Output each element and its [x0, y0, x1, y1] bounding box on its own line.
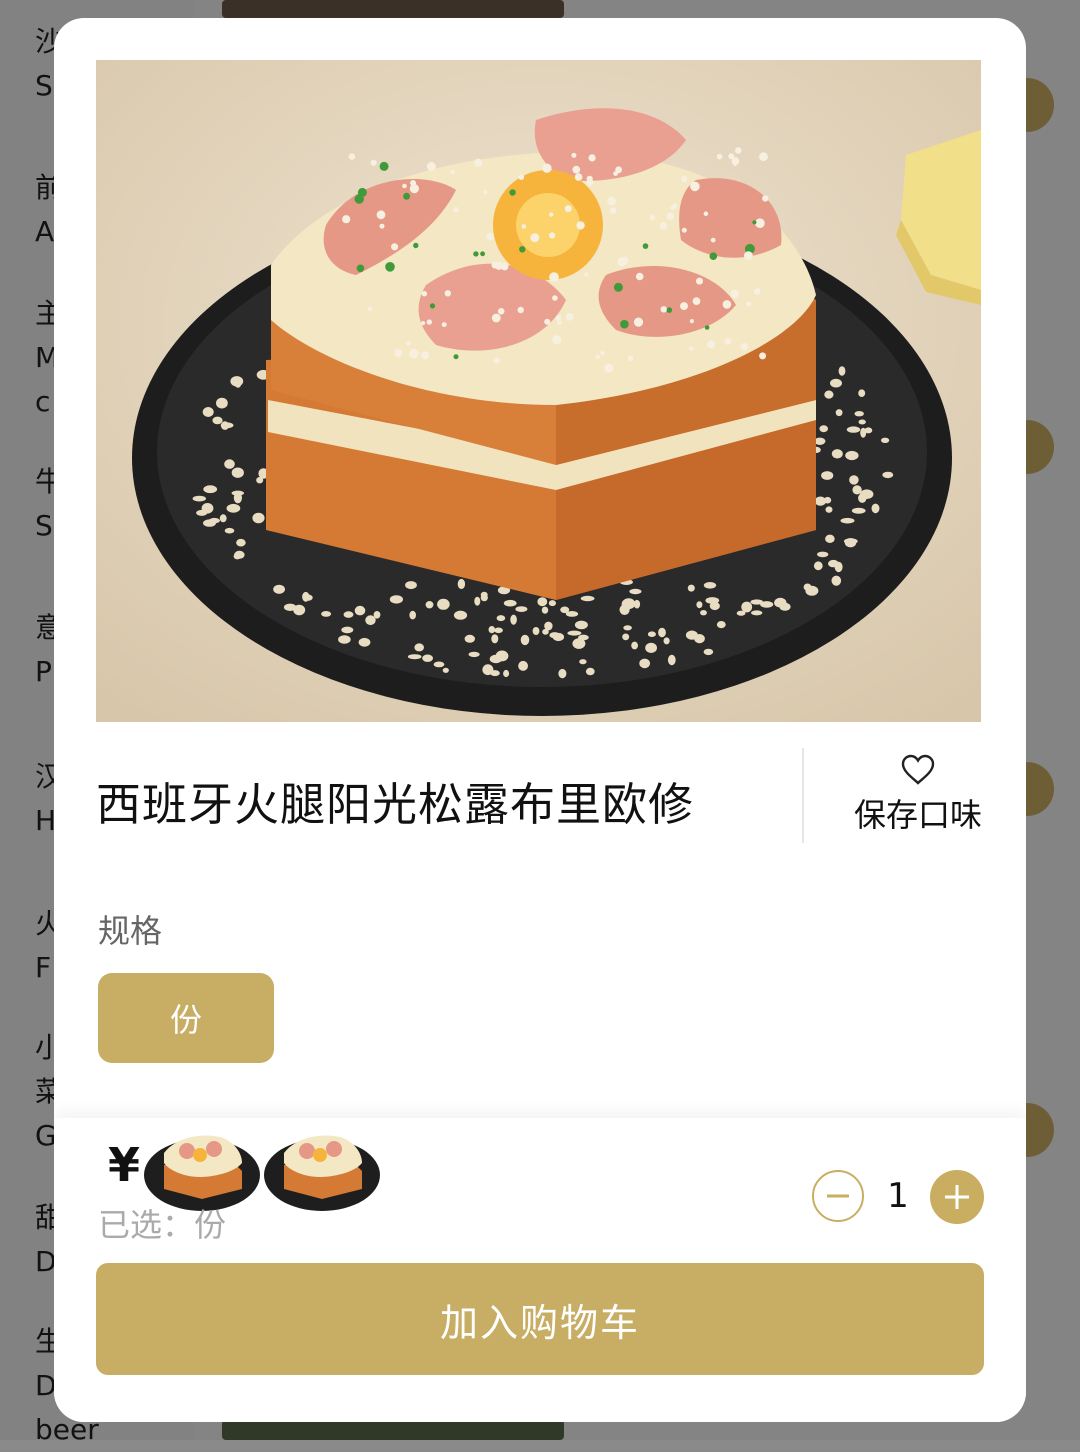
- plus-icon: [945, 1185, 969, 1209]
- product-image: [96, 60, 981, 722]
- spec-label: 规格: [98, 912, 163, 950]
- product-detail-modal: 西班牙火腿阳光松露布里欧修 保存口味 规格 份 ¥ 已选：份 1 加入购物车: [54, 18, 1026, 1422]
- minus-icon: [827, 1194, 849, 1198]
- product-title: 西班牙火腿阳光松露布里欧修: [96, 778, 695, 831]
- increase-quantity-button[interactable]: [930, 1170, 984, 1224]
- product-header: 西班牙火腿阳光松露布里欧修 保存口味: [96, 748, 984, 868]
- decrease-quantity-button[interactable]: [812, 1170, 864, 1222]
- spec-option-portion[interactable]: 份: [98, 973, 274, 1063]
- save-flavor-button[interactable]: 保存口味: [848, 754, 988, 836]
- order-bar: ¥ 已选：份 1 加入购物车: [54, 1118, 1026, 1422]
- save-flavor-label: 保存口味: [853, 796, 982, 834]
- selected-spec-text: 已选：份: [98, 1206, 227, 1244]
- dish-photo-icon: [96, 60, 981, 722]
- header-divider: [802, 748, 804, 843]
- dish-thumbnail-icon: [264, 1135, 380, 1211]
- quantity-value: 1: [887, 1176, 909, 1216]
- heart-icon: [901, 754, 935, 785]
- add-to-cart-button[interactable]: 加入购物车: [96, 1263, 984, 1375]
- price-currency: ¥: [108, 1138, 141, 1192]
